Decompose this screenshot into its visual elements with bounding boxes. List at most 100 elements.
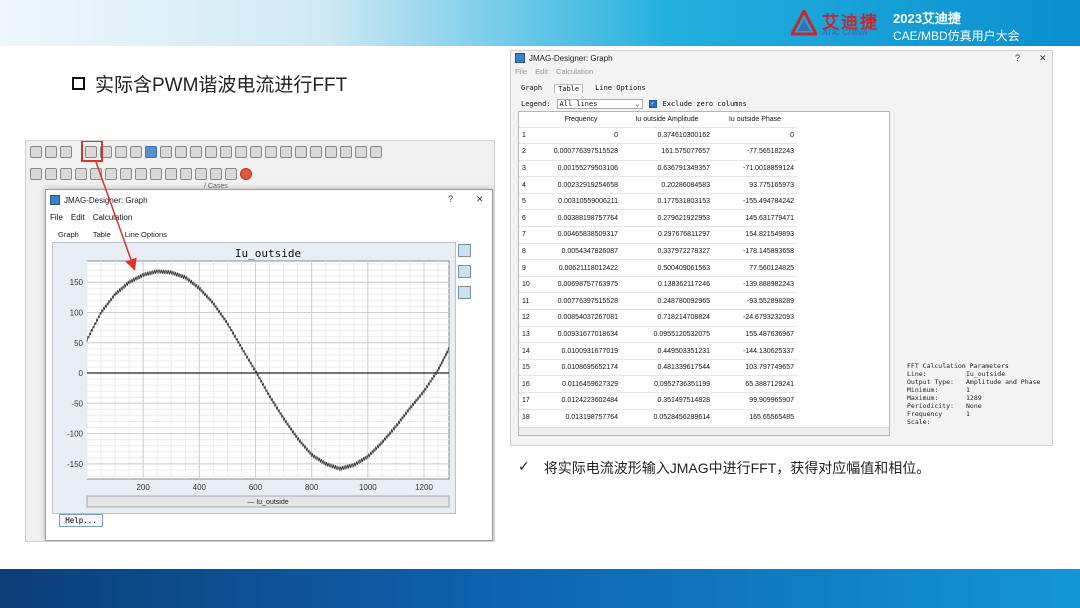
table-toolbar-icon[interactable] (145, 146, 157, 158)
frequency-cell: 0.00465838509317 (541, 226, 621, 244)
record-toolbar-icon[interactable] (240, 168, 252, 180)
toolbar-icon[interactable] (30, 168, 42, 180)
table-row[interactable]: 15 0.0108695652174 0.481339617544 103.79774… (519, 358, 797, 376)
edit-icon[interactable] (458, 265, 471, 278)
table-row[interactable]: 6 0.00388198757764 0.279621922953 145.63177… (519, 209, 797, 227)
table-row[interactable]: 11 0.00776397515528 0.248780092965 -93.5528… (519, 292, 797, 310)
amplitude-cell: 0.500409061563 (621, 259, 713, 277)
param-row: Output Type: Amplitude and Phase (907, 378, 1040, 386)
toolbar-icon[interactable] (90, 168, 102, 180)
row-number: 9 (519, 259, 541, 277)
menu-calculation[interactable]: Calculation (556, 67, 593, 76)
menu-edit[interactable]: Edit (71, 213, 85, 222)
close-icon[interactable]: ✕ (1039, 53, 1047, 64)
toolbar-icon[interactable] (310, 146, 322, 158)
amplitude-cell: 0.449503351231 (621, 342, 713, 360)
toolbar-icon[interactable] (45, 168, 57, 180)
left-screenshot: / Cases JMAG-Designer: Graph ? ✕ File Ed… (25, 140, 495, 542)
tab-table[interactable]: Table (93, 230, 111, 239)
toolbar-icon[interactable] (60, 168, 72, 180)
toolbar-icon[interactable] (160, 146, 172, 158)
toolbar-icon[interactable] (265, 146, 277, 158)
table-row[interactable]: 13 0.00931677018634 0.0955120532075 155.487… (519, 325, 797, 343)
column-header-amplitude[interactable]: Iu outside Amplitude (621, 112, 713, 127)
toolbar-icon[interactable] (165, 168, 177, 180)
close-icon[interactable]: ✕ (476, 194, 484, 205)
check-icon: ✓ (518, 458, 530, 474)
toolbar-icon[interactable] (355, 146, 367, 158)
table-row[interactable]: 14 0.0100931677019 0.449503351231 -144.1306… (519, 342, 797, 360)
toolbar-icon[interactable] (75, 168, 87, 180)
legend-select-value: All lines (559, 100, 598, 108)
table-row[interactable]: 8 0.0054347826087 0.337972278327 -178.14589… (519, 242, 797, 260)
plot-background (86, 260, 450, 480)
table-row[interactable]: 3 0.00155279503106 0.636791349357 -71.00188… (519, 159, 797, 177)
toolbar-icon[interactable] (210, 168, 222, 180)
pointer-toolbar-icon[interactable] (175, 146, 187, 158)
table-row[interactable]: 2 0.000776397515528 161.575077657 -77.56518… (519, 143, 797, 161)
table-row[interactable]: 1 0 0.374610300162 0 (519, 126, 797, 144)
toolbar-icon[interactable] (235, 146, 247, 158)
exclude-zero-checkbox[interactable]: ✓ (648, 100, 657, 108)
toolbar-icon[interactable] (60, 146, 72, 158)
x-tick-label: 200 (136, 483, 150, 492)
column-header-phase[interactable]: Iu outside Phase (713, 112, 797, 127)
table-row[interactable]: 5 0.00310559006211 0.177531803153 -155.4947… (519, 192, 797, 210)
highlight-box (81, 141, 103, 162)
row-number: 18 (519, 408, 541, 426)
table-view-icon[interactable] (458, 244, 471, 257)
toolbar-icon[interactable] (130, 146, 142, 158)
table-row[interactable]: 16 0.0116459627329 0.0952736351199 65.38871… (519, 375, 797, 393)
toolbar-icon[interactable] (30, 146, 42, 158)
toolbar-icon[interactable] (340, 146, 352, 158)
tab-line-options[interactable]: Line Options (595, 84, 646, 93)
tab-line-options[interactable]: Line Options (125, 230, 167, 239)
frequency-cell: 0.00931677018634 (541, 325, 621, 343)
toolbar-icon[interactable] (220, 146, 232, 158)
toolbar-icon[interactable] (295, 146, 307, 158)
toolbar-icon[interactable] (205, 146, 217, 158)
table-row[interactable]: 12 0.00854037267081 0.718214708824 -24.6793… (519, 309, 797, 327)
horizontal-scrollbar[interactable] (519, 427, 889, 435)
menu-calculation[interactable]: Calculation (93, 213, 133, 222)
menu-file[interactable]: File (515, 67, 527, 76)
toolbar-icon[interactable] (190, 146, 202, 158)
table-row[interactable]: 17 0.0124223602484 0.351497514828 99.909965… (519, 392, 797, 410)
toolbar-icon[interactable] (115, 146, 127, 158)
table-row[interactable]: 18 0.013198757764 0.0528456289614 165.65565… (519, 408, 797, 426)
tab-graph[interactable]: Graph (58, 230, 79, 239)
frequency-cell: 0.00310559006211 (541, 192, 621, 210)
zoom-toolbar-icon[interactable] (250, 146, 262, 158)
amplitude-cell: 0.177531803153 (621, 192, 713, 210)
table-row[interactable]: 4 0.00232919254658 0.20286084583 93.7751659… (519, 176, 797, 194)
toolbar-icon[interactable] (370, 146, 382, 158)
x-tick-label: 400 (193, 483, 207, 492)
cube-icon[interactable] (458, 286, 471, 299)
tab-graph[interactable]: Graph (521, 84, 542, 93)
app-icon (50, 195, 60, 205)
menu-edit[interactable]: Edit (535, 67, 548, 76)
toolbar-icon[interactable] (135, 168, 147, 180)
column-header-frequency[interactable]: Frequency (541, 112, 621, 127)
toolbar-icon[interactable] (120, 168, 132, 180)
toolbar-icon[interactable] (280, 146, 292, 158)
toolbar-icon[interactable] (105, 168, 117, 180)
toolbar-icon[interactable] (195, 168, 207, 180)
toolbar-icon[interactable] (180, 168, 192, 180)
help-button[interactable]: Help... (59, 514, 103, 527)
toolbar-icon[interactable] (45, 146, 57, 158)
help-icon[interactable]: ? (1015, 53, 1020, 63)
table-row[interactable]: 7 0.00465838509317 0.297676811297 154.82154… (519, 226, 797, 244)
row-number: 15 (519, 358, 541, 376)
table-dialog-titlebar: JMAG-Designer: Graph (515, 53, 613, 63)
tab-table[interactable]: Table (554, 84, 584, 93)
help-icon[interactable]: ? (448, 194, 453, 204)
legend-select[interactable]: All lines ⌄ (556, 99, 643, 109)
table-row[interactable]: 10 0.00698757763975 0.138362117246 -139.888… (519, 275, 797, 293)
menu-file[interactable]: File (50, 213, 63, 222)
row-number: 6 (519, 209, 541, 227)
toolbar-icon[interactable] (225, 168, 237, 180)
toolbar-icon[interactable] (150, 168, 162, 180)
table-row[interactable]: 9 0.00621118012422 0.500409061563 77.560124… (519, 259, 797, 277)
toolbar-icon[interactable] (325, 146, 337, 158)
